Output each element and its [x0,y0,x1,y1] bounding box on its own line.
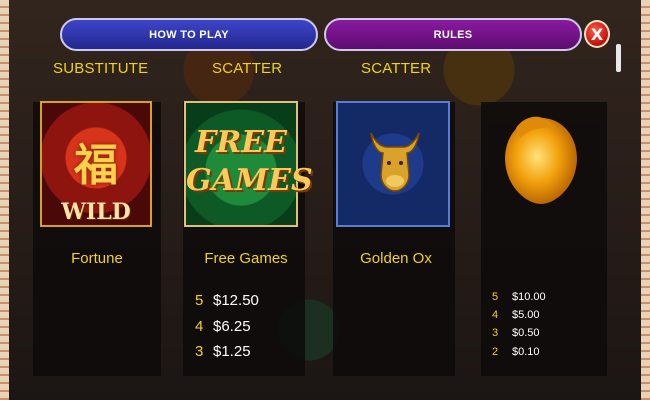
free-games-art-line-2: GAMES [186,163,313,198]
pay-amount: $0.10 [512,346,540,358]
scrollbar-thumb[interactable] [616,44,621,72]
close-button[interactable]: X [584,20,610,48]
paytable-row: 5 $12.50 [195,292,259,309]
paytable-row: 2 $0.10 [492,346,540,358]
right-frame-border [641,0,650,400]
tab-how-to-play[interactable]: HOW TO PLAY [60,18,318,51]
wild-fortune-icon: 福 WILD [40,101,152,227]
paytable-row: 5 $10.00 [492,291,546,303]
pay-count: 5 [492,291,499,303]
free-games-art-line-1: FREE [195,125,287,160]
paytable-row: 3 $1.25 [195,343,251,360]
heading-scatter-2: SCATTER [361,60,432,77]
paytable-row: 3 $0.50 [492,327,540,339]
fortune-glyph: 福 [74,140,118,191]
pay-count: 3 [492,327,499,339]
ox-head-icon [370,132,420,192]
pay-amount: $1.25 [213,343,251,360]
heading-substitute: SUBSTITUTE [53,60,149,77]
pay-amount: $5.00 [512,309,540,321]
left-frame-border [0,0,9,400]
symbol-name-free-games: Free Games [204,250,288,267]
pay-amount: $12.50 [213,292,259,309]
pay-amount: $0.50 [512,327,540,339]
tab-rules[interactable]: RULES [324,18,582,51]
pay-count: 2 [492,346,499,358]
symbol-name-fortune: Fortune [71,250,123,267]
paytable-row: 4 $6.25 [195,318,251,335]
pay-amount: $10.00 [512,291,546,303]
wild-label: WILD [61,199,131,225]
golden-ox-icon [336,101,450,227]
paytable-row: 4 $5.00 [492,309,540,321]
pay-count: 3 [195,343,204,360]
pay-count: 4 [492,309,499,321]
heading-scatter: SCATTER [212,60,283,77]
golden-peach-icon [505,116,577,204]
pay-count: 4 [195,318,204,335]
close-icon: X [590,24,604,44]
pay-amount: $6.25 [213,318,251,335]
free-games-icon: FREE GAMES [184,101,313,227]
pay-count: 5 [195,292,204,309]
symbol-name-golden-ox: Golden Ox [360,250,432,267]
